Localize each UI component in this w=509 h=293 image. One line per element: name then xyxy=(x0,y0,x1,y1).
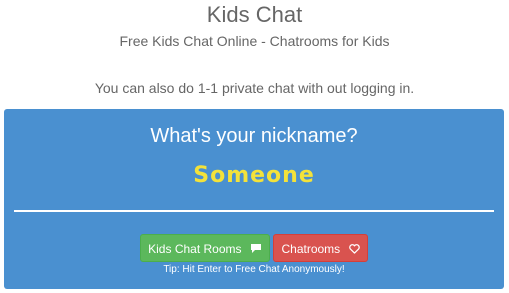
kids-chat-rooms-button[interactable]: Kids Chat Rooms xyxy=(140,234,270,262)
tip-text: Tip: Hit Enter to Free Chat Anonymously! xyxy=(163,264,345,275)
input-underline xyxy=(14,210,494,212)
comment-icon xyxy=(250,236,262,264)
chatrooms-button[interactable]: Chatrooms xyxy=(273,234,368,262)
nickname-input[interactable] xyxy=(14,157,494,193)
site-subtitle: Free Kids Chat Online - Chatrooms for Ki… xyxy=(119,33,390,49)
chatrooms-label: Chatrooms xyxy=(281,242,341,256)
nickname-panel: What's your nickname? Kids Chat Rooms Ch… xyxy=(4,109,504,289)
heart-icon xyxy=(348,236,360,264)
private-chat-note: You can also do 1-1 private chat with ou… xyxy=(94,80,415,96)
kids-chat-rooms-label: Kids Chat Rooms xyxy=(148,242,242,256)
nickname-prompt: What's your nickname? xyxy=(150,125,358,147)
site-title: Kids Chat xyxy=(206,2,303,27)
